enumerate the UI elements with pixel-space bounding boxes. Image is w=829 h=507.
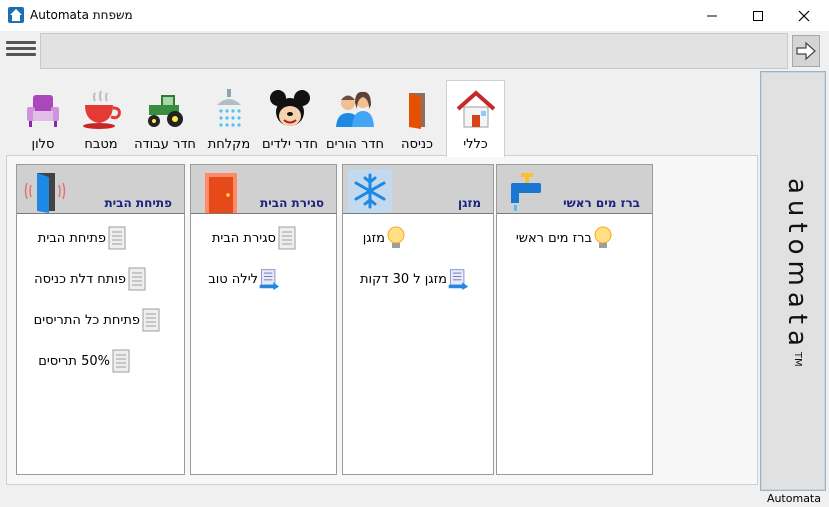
tab-label: סלון — [31, 137, 55, 152]
scroll-arrow-icon — [448, 269, 469, 290]
tab-label: חדר הורים — [326, 137, 384, 152]
action-item[interactable]: לילה טוב — [208, 264, 288, 294]
door-icon — [409, 93, 425, 129]
scroll-arrow-icon — [259, 269, 280, 290]
tab-parents-room[interactable]: חדר הורים — [322, 81, 388, 156]
tractor-icon — [148, 95, 183, 127]
panel-air-conditioner: מזגן מזגן מזגן ל 30 דקות — [342, 164, 494, 475]
app-house-icon — [8, 7, 24, 23]
action-label: פותח דלת כניסה — [34, 271, 126, 287]
action-label: ברז מים ראשי — [515, 230, 592, 246]
go-button[interactable] — [792, 35, 820, 67]
status-bar-text: Automata — [766, 492, 821, 505]
action-label: פתיחת הבית — [37, 230, 106, 246]
panel-header: מזגן — [343, 165, 493, 214]
action-item[interactable]: פתיחת כל התריסים — [34, 305, 170, 335]
tab-general[interactable]: כללי — [446, 80, 505, 157]
panel-header: סגירת הבית — [191, 165, 336, 214]
action-item[interactable]: פותח דלת כניסה — [34, 264, 156, 294]
armchair-icon — [27, 95, 59, 127]
action-item[interactable]: מזגן ל 30 דקות — [360, 264, 477, 294]
scroll-icon — [128, 267, 146, 291]
closed-door-icon — [205, 173, 237, 213]
tab-label: מטבח — [84, 137, 118, 152]
panel-title: פתיחת הבית — [104, 196, 172, 210]
action-label: מזגן ל 30 דקות — [360, 271, 447, 287]
action-label: פתיחת כל התריסים — [33, 312, 140, 328]
couple-icon — [336, 91, 374, 127]
scroll-icon — [142, 308, 160, 332]
action-label: 50% תריסים — [38, 353, 110, 369]
action-item[interactable]: פתיחת הבית — [38, 223, 136, 253]
scroll-icon — [108, 226, 126, 250]
scroll-icon — [278, 226, 296, 250]
action-item[interactable]: סגירת הבית — [212, 223, 306, 253]
tab-kitchen[interactable]: מטבח — [72, 81, 130, 156]
action-label: לילה טוב — [208, 271, 258, 287]
lightbulb-icon — [387, 226, 405, 248]
minimize-icon — [707, 15, 717, 16]
action-item[interactable]: ברז מים ראשי — [516, 223, 622, 253]
action-item[interactable]: מזגן — [363, 223, 415, 253]
tab-study[interactable]: חדר עבודה — [130, 81, 200, 156]
panel-title: מזגן — [458, 196, 481, 210]
minimize-button[interactable] — [689, 0, 735, 31]
tab-label: חדר עבודה — [134, 137, 196, 152]
panel-title: ברז מים ראשי — [563, 196, 640, 210]
action-label: מזגן — [362, 230, 385, 246]
panel-close-house: סגירת הבית סגירת הבית לילה טוב — [190, 164, 337, 475]
scroll-icon — [112, 349, 130, 373]
faucet-icon — [511, 173, 541, 211]
title-bar: Automata משפחת — [0, 0, 829, 31]
tab-living-room[interactable]: סלון — [14, 81, 72, 156]
panel-header: ברז מים ראשי — [497, 165, 652, 214]
trademark-mark: TM — [792, 351, 803, 367]
close-button[interactable] — [781, 0, 827, 31]
window-title: Automata משפחת — [30, 8, 133, 22]
snowflake-icon — [354, 173, 386, 209]
arrow-right-icon — [796, 41, 816, 61]
hamburger-menu-button[interactable] — [6, 38, 36, 62]
shower-icon — [217, 89, 241, 127]
brand-name: automata — [782, 178, 812, 352]
tab-entrance[interactable]: כניסה — [388, 81, 446, 156]
address-input[interactable] — [40, 33, 788, 69]
maximize-icon — [753, 10, 763, 21]
panel-header: פתיחת הבית — [17, 165, 184, 214]
tab-shower[interactable]: מקלחת — [200, 81, 258, 156]
maximize-button[interactable] — [735, 0, 781, 31]
open-door-icon — [24, 173, 66, 213]
mouse-character-icon — [270, 90, 310, 126]
brand-logo-text: automataTM — [772, 178, 812, 367]
panel-main-water-valve: ברז מים ראשי ברז מים ראשי — [496, 164, 653, 475]
house-icon — [456, 90, 495, 128]
tab-label: כללי — [463, 137, 488, 152]
panel-open-house: פתיחת הבית פתיחת הבית פותח דלת כניסה פתי… — [16, 164, 185, 475]
close-icon — [798, 10, 810, 21]
tab-kids-room[interactable]: חדר ילדים — [258, 81, 322, 156]
tab-label: מקלחת — [207, 137, 251, 152]
tab-label: כניסה — [401, 137, 433, 152]
lightbulb-icon — [594, 226, 612, 248]
cup-icon — [83, 90, 121, 129]
tab-label: חדר ילדים — [262, 137, 318, 152]
action-item[interactable]: 50% תריסים — [38, 346, 140, 376]
panel-title: סגירת הבית — [260, 196, 324, 210]
action-label: סגירת הבית — [211, 230, 276, 246]
